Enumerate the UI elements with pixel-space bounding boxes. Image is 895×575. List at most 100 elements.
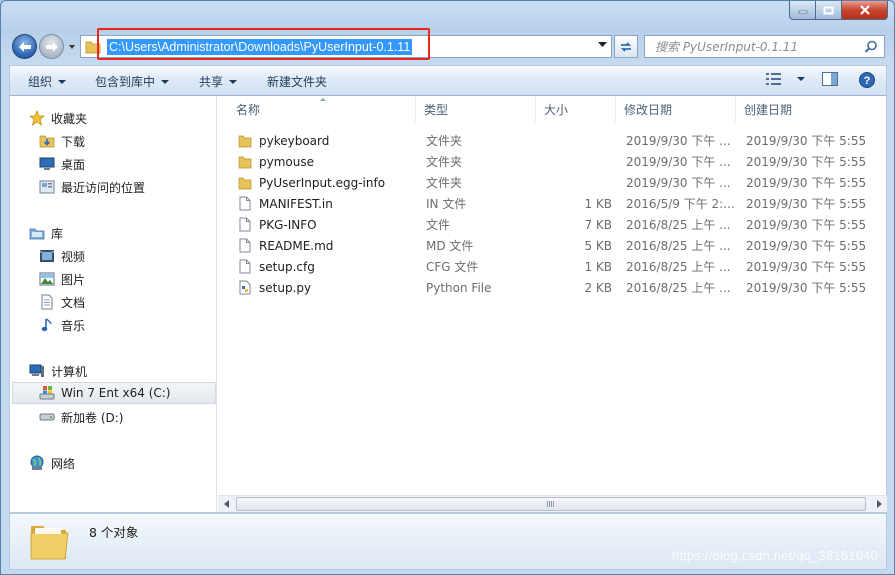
file-name-cell[interactable]: setup.py — [237, 277, 417, 298]
sidebar-item-label: 视频 — [61, 249, 86, 264]
close-icon — [859, 5, 870, 15]
recent-pages-dropdown-icon[interactable] — [67, 42, 77, 52]
search-input[interactable]: 搜索 PyUserInput-0.1.11 — [644, 35, 885, 58]
file-row[interactable]: pykeyboard 文件夹 2019/9/30 下午 ... 2019/9/30 下… — [218, 130, 887, 151]
scroll-right-button[interactable] — [870, 496, 887, 512]
sidebar-item-label: 桌面 — [61, 157, 86, 172]
command-toolbar: 组织 包含到库中 共享 新建文件夹 ? — [9, 65, 887, 96]
sidebar-item-drive-d[interactable]: 新加卷 (D:) — [39, 406, 123, 428]
column-headers: 名称 类型 大小 修改日期 创建日期 — [218, 96, 887, 123]
file-created: 2019/9/30 下午 5:55 — [746, 176, 867, 190]
change-view-button[interactable] — [765, 71, 805, 87]
sidebar-item-pictures[interactable]: 图片 — [39, 268, 85, 290]
chevron-down-icon — [229, 79, 238, 84]
picture-icon — [39, 271, 55, 287]
file-row[interactable]: setup.py Python File 2 KB 2016/8/25 上午 ... 2… — [218, 277, 887, 298]
sidebar-item-drive-c[interactable]: Win 7 Ent x64 (C:) — [12, 382, 216, 404]
include-in-library-button[interactable]: 包含到库中 — [95, 73, 170, 90]
file-row[interactable]: setup.cfg CFG 文件 1 KB 2016/8/25 上午 ... 2019/… — [218, 256, 887, 277]
sidebar-item-downloads[interactable]: 下载 — [39, 130, 85, 152]
chevron-down-icon[interactable] — [797, 77, 805, 81]
svg-text:?: ? — [864, 75, 871, 87]
address-path[interactable]: C:\Users\Administrator\Downloads\PyUserI… — [107, 38, 413, 55]
column-header-label: 修改日期 — [624, 103, 673, 117]
search-icon — [864, 40, 877, 53]
column-header-type[interactable]: 类型 — [416, 96, 536, 123]
file-name-cell[interactable]: setup.cfg — [237, 256, 417, 277]
column-header-label: 创建日期 — [744, 103, 793, 117]
libraries-label: 库 — [51, 226, 64, 241]
column-header-name[interactable]: 名称 — [228, 96, 416, 123]
file-name-cell[interactable]: MANIFEST.in — [237, 193, 417, 214]
libraries-header[interactable]: 库 — [29, 222, 63, 244]
forward-button[interactable] — [39, 34, 64, 59]
item-count: 8 个对象 — [89, 525, 139, 540]
file-name-cell[interactable]: PKG-INFO — [237, 214, 417, 235]
address-bar[interactable]: C:\Users\Administrator\Downloads\PyUserI… — [80, 35, 612, 58]
file-created: 2019/9/30 下午 5:55 — [746, 134, 867, 148]
file-name: MANIFEST.in — [259, 196, 333, 211]
scrollbar-thumb[interactable] — [236, 497, 866, 511]
file-name-cell[interactable]: pymouse — [237, 151, 417, 172]
file-size: 1 KB — [584, 196, 612, 211]
star-icon — [29, 110, 45, 126]
file-icon — [237, 217, 253, 232]
file-row[interactable]: PKG-INFO 文件 7 KB 2016/8/25 上午 ... 2019/9/30 … — [218, 214, 887, 235]
file-size: 5 KB — [584, 238, 612, 253]
organize-button[interactable]: 组织 — [28, 73, 67, 90]
preview-pane-button[interactable] — [821, 71, 839, 87]
file-name: PKG-INFO — [259, 217, 317, 232]
horizontal-scrollbar[interactable] — [218, 495, 887, 512]
network-header[interactable]: 网络 — [29, 452, 75, 474]
sidebar-item-music[interactable]: 音乐 — [39, 314, 85, 336]
file-name: PyUserInput.egg-info — [259, 175, 386, 190]
file-modified: 2016/5/9 下午 2:... — [626, 197, 734, 211]
back-button[interactable] — [12, 34, 37, 59]
sidebar-item-videos[interactable]: 视频 — [39, 245, 85, 267]
minimize-button[interactable] — [789, 1, 816, 20]
new-folder-button[interactable]: 新建文件夹 — [267, 73, 327, 90]
file-name-cell[interactable]: PyUserInput.egg-info — [237, 172, 417, 193]
chevron-down-icon[interactable] — [598, 42, 607, 48]
large-folder-icon — [30, 526, 69, 560]
chevron-down-icon — [58, 79, 67, 84]
desktop-icon — [39, 156, 55, 172]
column-header-size[interactable]: 大小 — [536, 96, 616, 123]
chevron-down-icon — [161, 79, 170, 84]
favorites-label: 收藏夹 — [51, 111, 88, 126]
help-button[interactable]: ? — [858, 71, 876, 89]
sidebar-item-recent-places[interactable]: 最近访问的位置 — [39, 176, 145, 198]
scroll-left-button[interactable] — [218, 496, 235, 512]
file-created: 2019/9/30 下午 5:55 — [746, 239, 867, 253]
computer-header[interactable]: 计算机 — [29, 360, 87, 382]
maximize-button[interactable] — [816, 1, 842, 20]
file-name-cell[interactable]: README.md — [237, 235, 417, 256]
column-header-modified[interactable]: 修改日期 — [616, 96, 736, 123]
search-placeholder: 搜索 PyUserInput-0.1.11 — [655, 40, 799, 54]
file-row[interactable]: pymouse 文件夹 2019/9/30 下午 ... 2019/9/30 下午 5… — [218, 151, 887, 172]
sidebar-item-documents[interactable]: 文档 — [39, 291, 85, 313]
sidebar-item-label: 文档 — [61, 295, 86, 310]
sidebar-item-label: 新加卷 (D:) — [61, 410, 124, 425]
file-created: 2019/9/30 下午 5:55 — [746, 155, 867, 169]
favorites-header[interactable]: 收藏夹 — [29, 107, 87, 129]
chevron-left-icon — [223, 500, 229, 508]
file-row[interactable]: README.md MD 文件 5 KB 2016/8/25 上午 ... 2019/9… — [218, 235, 887, 256]
file-name: pymouse — [259, 154, 314, 169]
sidebar-item-desktop[interactable]: 桌面 — [39, 153, 85, 175]
maximize-icon — [823, 6, 834, 14]
refresh-icon — [620, 41, 632, 52]
file-modified: 2019/9/30 下午 ... — [626, 134, 731, 148]
file-name: setup.py — [259, 280, 312, 295]
file-row[interactable]: MANIFEST.in IN 文件 1 KB 2016/5/9 下午 2:... 201… — [218, 193, 887, 214]
content-area: 收藏夹 下载 桌面 最近访问的位置 库 视频 图片 文档 音乐 计算机 Win … — [9, 96, 887, 513]
view-details-icon — [766, 73, 781, 85]
downloads-folder-icon — [39, 133, 55, 149]
file-name-cell[interactable]: pykeyboard — [237, 130, 417, 151]
close-button[interactable] — [842, 1, 888, 20]
column-header-created[interactable]: 创建日期 — [736, 96, 887, 123]
refresh-button[interactable] — [614, 35, 638, 58]
folder-icon — [85, 41, 101, 53]
file-row[interactable]: PyUserInput.egg-info 文件夹 2019/9/30 下午 ... 2… — [218, 172, 887, 193]
share-button[interactable]: 共享 — [199, 73, 238, 90]
